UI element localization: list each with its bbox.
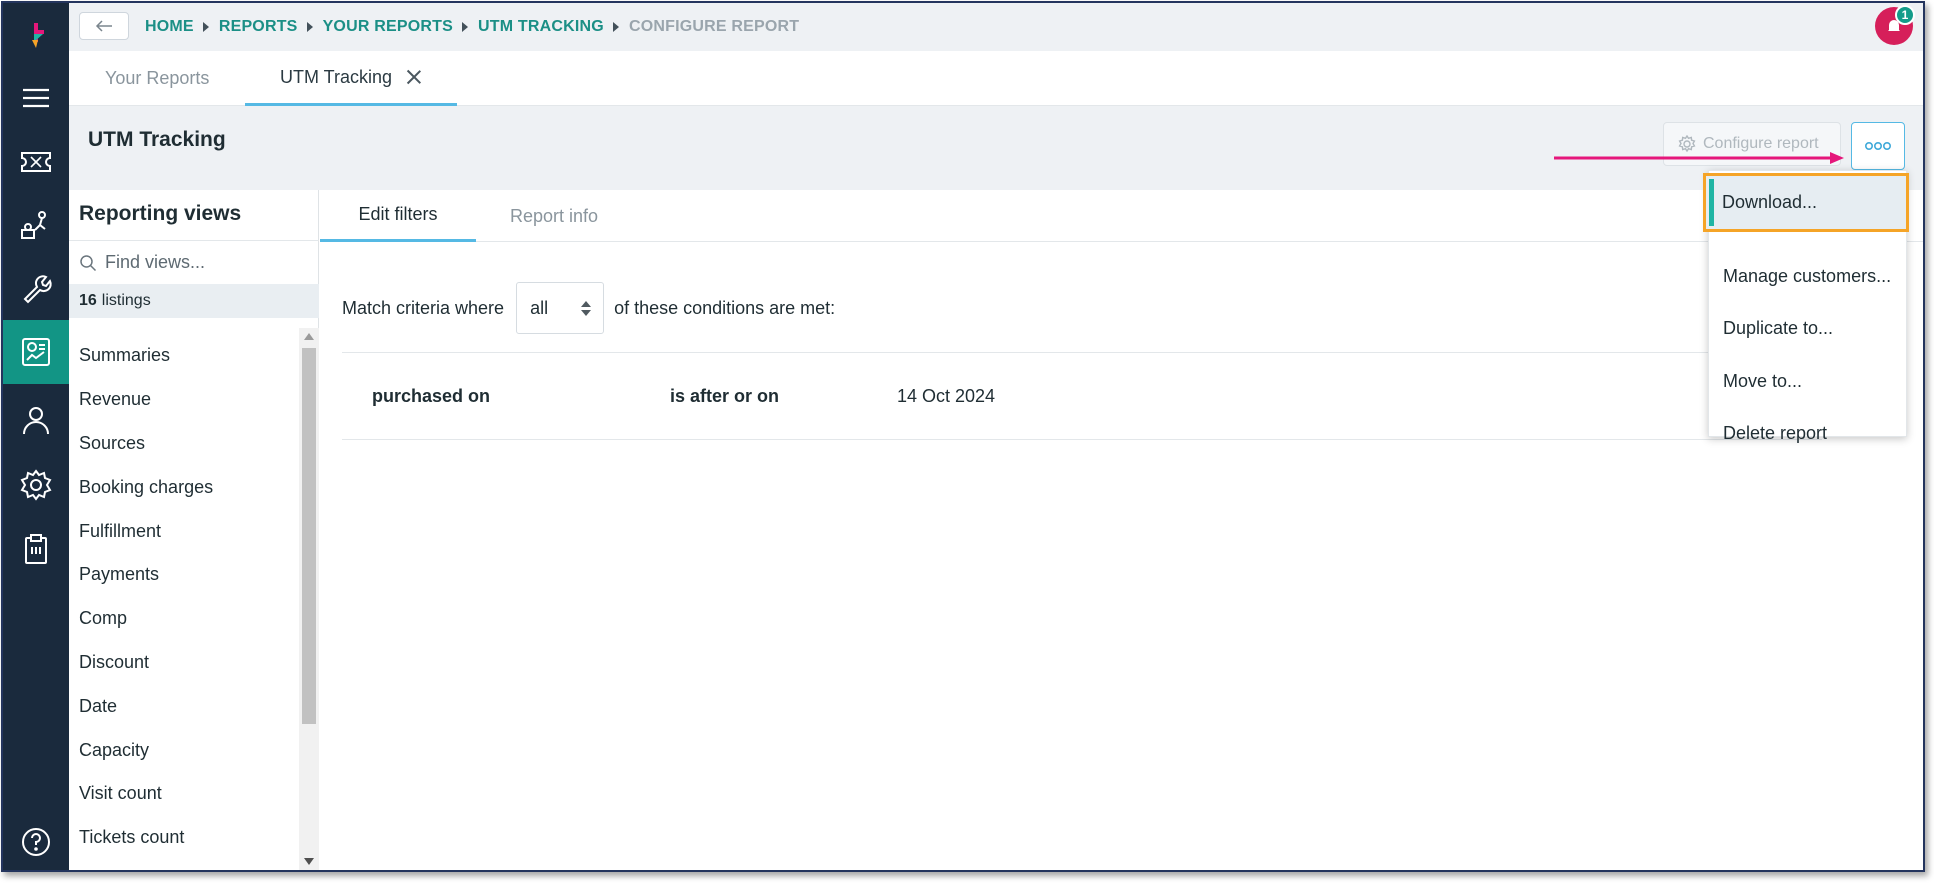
views-scrollbar[interactable]: [299, 328, 319, 870]
notification-badge: 1: [1895, 5, 1915, 25]
breadcrumb-separator-icon: [612, 22, 619, 32]
breadcrumb-configure-report: CONFIGURE REPORT: [628, 18, 800, 35]
condition-field: purchased on: [372, 386, 491, 406]
report-tabs: Your Reports UTM Tracking: [69, 51, 1923, 106]
ticket-icon[interactable]: [3, 130, 69, 194]
list-item-comp[interactable]: Comp: [69, 597, 299, 641]
breadcrumb-utm-tracking[interactable]: UTM TRACKING: [478, 18, 604, 36]
scrollbar-thumb[interactable]: [302, 348, 316, 724]
annotation-arrow: [1554, 152, 1844, 164]
top-bar: HOME REPORTS YOUR REPORTS UTM TRACKING C…: [69, 3, 1923, 51]
list-item-payments[interactable]: Payments: [69, 553, 299, 597]
views-search: [69, 240, 319, 284]
listing-count-value: 16: [79, 292, 97, 309]
logo-icon[interactable]: [3, 3, 69, 67]
notifications-button[interactable]: 1: [1875, 5, 1915, 45]
list-item-summaries[interactable]: Summaries: [69, 334, 299, 378]
list-item-visit-count[interactable]: Visit count: [69, 772, 299, 816]
scroll-up-icon[interactable]: [304, 333, 314, 340]
arrow-left-icon: [95, 20, 112, 32]
breadcrumb-your-reports[interactable]: YOUR REPORTS: [323, 18, 453, 36]
match-criteria: Match criteria where all of these condit…: [342, 282, 835, 334]
reports-icon[interactable]: [3, 320, 69, 384]
person-icon[interactable]: [3, 388, 69, 452]
clipboard-icon[interactable]: [3, 517, 69, 581]
list-item-tickets-count[interactable]: Tickets count: [69, 816, 299, 860]
close-tab-icon[interactable]: [406, 69, 422, 85]
tab-utm-tracking[interactable]: UTM Tracking: [245, 51, 457, 106]
more-options-menu: Download... Manage customers... Duplicat…: [1703, 170, 1909, 443]
page-title: UTM Tracking: [88, 128, 226, 151]
condition-value: 14 Oct 2024: [897, 386, 996, 406]
select-arrows-icon: [581, 301, 592, 317]
more-icon: [1864, 141, 1891, 151]
condition-operator: is after or on: [670, 386, 780, 406]
search-views-input[interactable]: [105, 252, 305, 273]
tab-your-reports-label: Your Reports: [105, 68, 210, 88]
breadcrumb-home[interactable]: HOME: [145, 18, 194, 36]
scroll-down-icon[interactable]: [304, 858, 314, 865]
criteria-select-value: all: [530, 297, 549, 318]
list-item-discount[interactable]: Discount: [69, 641, 299, 685]
wrench-icon[interactable]: [3, 256, 69, 320]
app-frame: HOME REPORTS YOUR REPORTS UTM TRACKING C…: [1, 1, 1925, 872]
criteria-suffix: of these conditions are met:: [614, 297, 836, 318]
tab-utm-tracking-label: UTM Tracking: [280, 66, 393, 87]
menu-item-delete-report[interactable]: Delete report: [1709, 407, 1906, 459]
list-item-revenue[interactable]: Revenue: [69, 378, 299, 422]
reporting-views-title: Reporting views: [79, 202, 242, 225]
search-icon: [80, 254, 97, 271]
list-item-date[interactable]: Date: [69, 684, 299, 728]
help-icon[interactable]: [3, 810, 69, 870]
menu-item-duplicate-to[interactable]: Duplicate to...: [1709, 302, 1906, 354]
list-item-sources[interactable]: Sources: [69, 422, 299, 466]
menu-item-move-to[interactable]: Move to...: [1709, 355, 1906, 407]
list-item-booking-charges[interactable]: Booking charges: [69, 465, 299, 509]
breadcrumb-separator-icon: [306, 22, 313, 32]
tab-report-info[interactable]: Report info: [510, 190, 598, 242]
reporting-views-panel: Reporting views 16 listings Summaries Re…: [69, 190, 319, 870]
menu-item-manage-customers[interactable]: Manage customers...: [1709, 250, 1906, 302]
breadcrumb: HOME REPORTS YOUR REPORTS UTM TRACKING C…: [145, 18, 799, 36]
activities-icon[interactable]: [3, 193, 69, 257]
back-button[interactable]: [79, 12, 129, 40]
tab-edit-filters[interactable]: Edit filters: [320, 190, 476, 242]
list-item-fulfillment[interactable]: Fulfillment: [69, 509, 299, 553]
left-nav: [3, 3, 69, 870]
content-tabs: Edit filters Report info: [320, 190, 1923, 242]
listing-count-label: listings: [101, 292, 151, 309]
criteria-prefix: Match criteria where: [342, 297, 505, 318]
gear-icon[interactable]: [3, 453, 69, 517]
condition-row[interactable]: purchased on is after or on 14 Oct 2024: [342, 352, 1822, 440]
listings-count: 16 listings: [69, 284, 319, 318]
tab-your-reports[interactable]: Your Reports: [105, 51, 209, 106]
views-list: Summaries Revenue Sources Booking charge…: [69, 334, 299, 860]
breadcrumb-reports[interactable]: REPORTS: [219, 18, 298, 36]
hamburger-icon[interactable]: [3, 66, 69, 130]
menu-item-download[interactable]: Download...: [1703, 173, 1909, 232]
breadcrumb-separator-icon: [461, 22, 468, 32]
more-options-button[interactable]: [1851, 122, 1905, 170]
report-header: UTM Tracking Configure report: [69, 106, 1923, 190]
criteria-select[interactable]: all: [516, 282, 605, 334]
breadcrumb-separator-icon: [202, 22, 209, 32]
list-item-capacity[interactable]: Capacity: [69, 728, 299, 772]
